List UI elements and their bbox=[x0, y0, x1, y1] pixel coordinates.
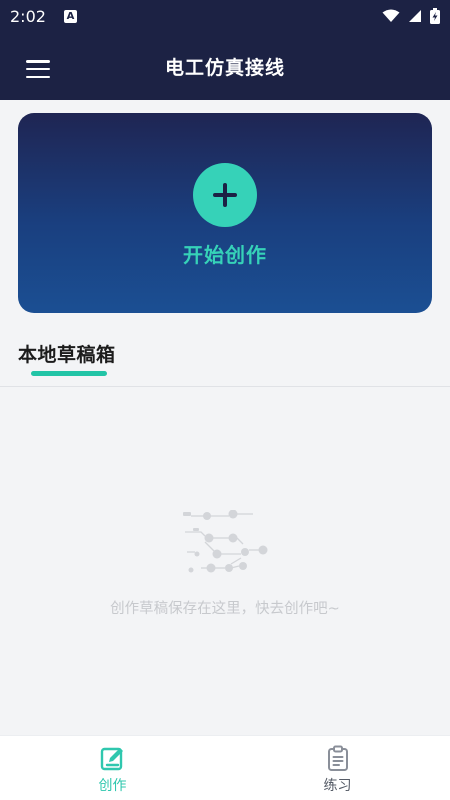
tab-indicator bbox=[31, 371, 107, 376]
divider bbox=[0, 386, 450, 387]
signal-icon bbox=[409, 10, 421, 22]
nav-label-create: 创作 bbox=[98, 778, 127, 794]
circuit-nodes-icon bbox=[183, 510, 268, 573]
app-bar: 电工仿真接线 bbox=[0, 32, 450, 100]
clipboard-icon bbox=[327, 745, 348, 771]
plus-icon[interactable] bbox=[193, 163, 257, 227]
nav-label-practice: 练习 bbox=[323, 778, 352, 794]
page-title: 电工仿真接线 bbox=[164, 56, 285, 79]
nav-item-create[interactable]: 创作 bbox=[0, 736, 225, 800]
wifi-icon bbox=[382, 9, 400, 22]
nav-item-practice[interactable]: 练习 bbox=[225, 736, 450, 800]
start-create-card[interactable]: 开始创作 bbox=[18, 113, 432, 313]
status-bar: 2:02 A bbox=[0, 0, 450, 32]
status-time: 2:02 bbox=[10, 6, 46, 26]
edit-icon bbox=[100, 747, 123, 771]
start-create-label: 开始创作 bbox=[183, 243, 267, 267]
menu-icon[interactable] bbox=[26, 60, 50, 78]
notification-icon: A bbox=[63, 9, 77, 23]
section-title: 本地草稿箱 bbox=[18, 344, 116, 366]
tab-local-drafts[interactable]: 本地草稿箱 bbox=[18, 340, 116, 376]
battery-charging-icon bbox=[430, 8, 440, 24]
bottom-nav: 创作 练习 bbox=[0, 735, 450, 800]
empty-state-message: 创作草稿保存在这里，快去创作吧~ bbox=[110, 601, 340, 617]
status-icons bbox=[382, 8, 440, 24]
